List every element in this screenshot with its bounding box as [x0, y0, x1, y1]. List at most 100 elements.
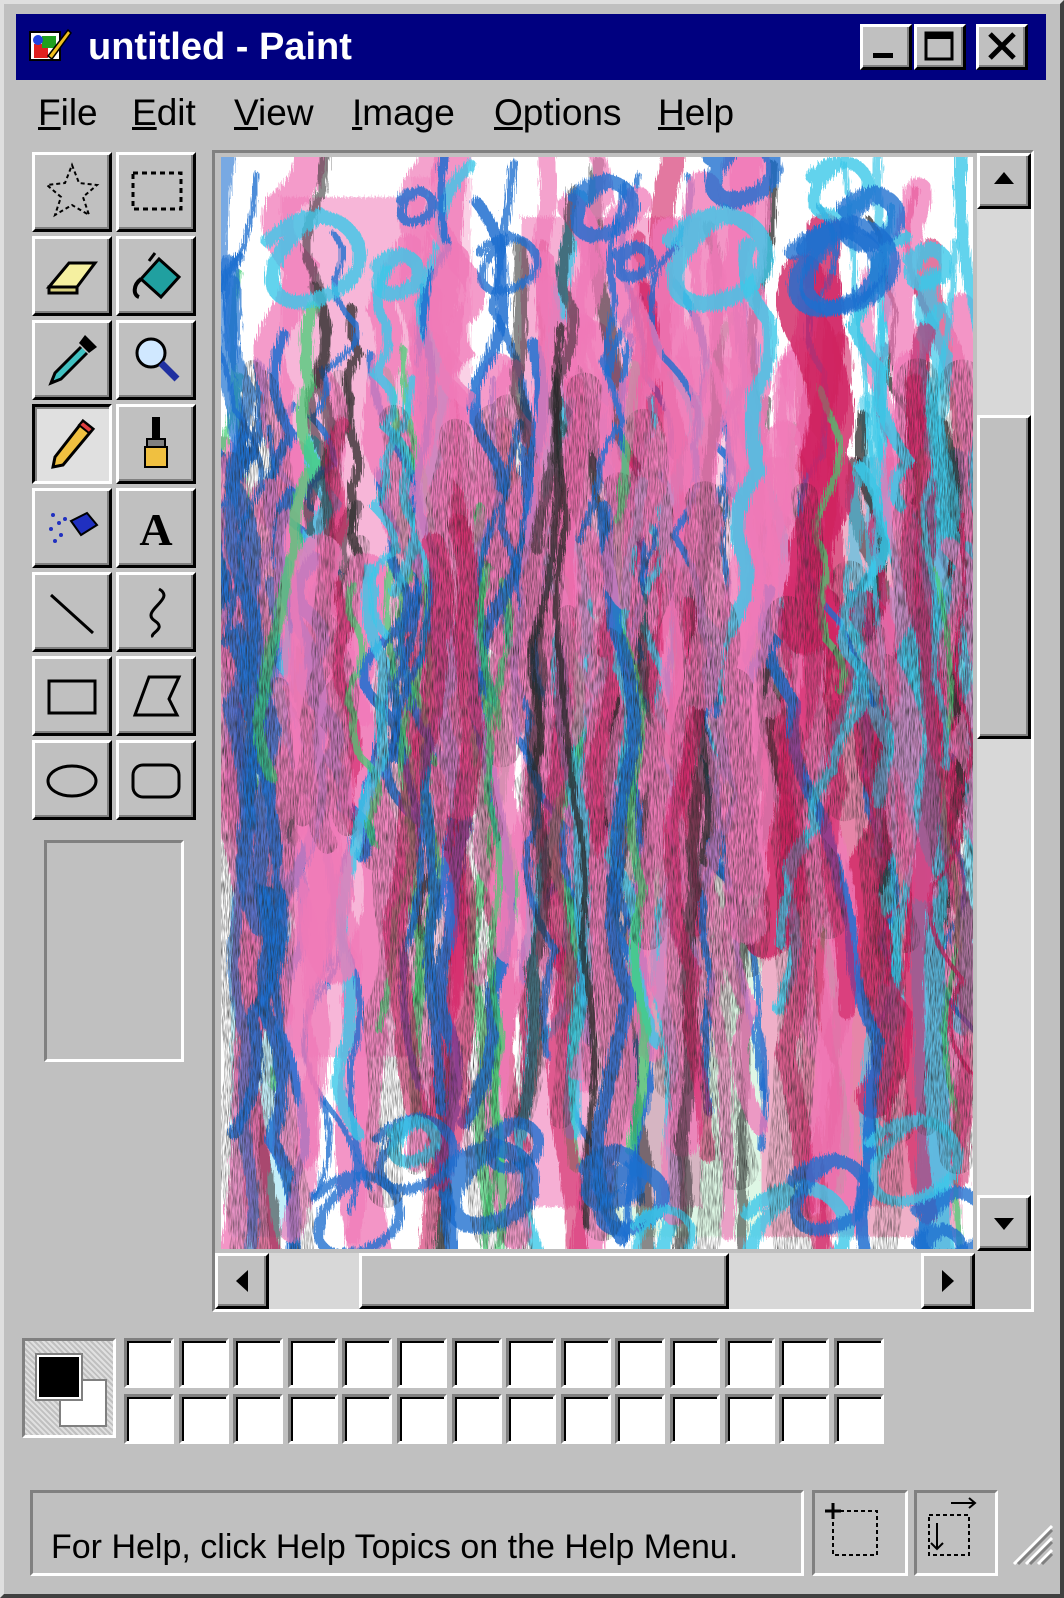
- arrow-up-icon: [994, 172, 1014, 184]
- palette-swatch[interactable]: [342, 1338, 393, 1388]
- menu-view-rest: iew: [258, 92, 314, 133]
- palette-swatch[interactable]: [124, 1338, 174, 1388]
- vertical-scrollbar[interactable]: [977, 153, 1031, 1251]
- tool-eraser[interactable]: [32, 236, 112, 316]
- tool-pick-color[interactable]: [32, 320, 112, 400]
- palette-swatch[interactable]: [615, 1338, 666, 1388]
- ellipse-icon: [46, 764, 98, 798]
- toolbox: A: [22, 150, 206, 1300]
- menu-image-mnemonic: I: [352, 92, 363, 133]
- menu-image[interactable]: Image: [352, 90, 455, 136]
- palette-swatch[interactable]: [451, 1338, 502, 1388]
- palette-swatch[interactable]: [506, 1394, 557, 1444]
- menu-edit-rest: dit: [156, 92, 196, 133]
- vertical-scroll-thumb[interactable]: [977, 415, 1031, 739]
- palette-swatch[interactable]: [724, 1338, 775, 1388]
- palette-swatch[interactable]: [560, 1338, 611, 1388]
- tool-select[interactable]: [116, 152, 196, 232]
- paint-bucket-icon: [132, 252, 182, 300]
- minimize-button[interactable]: [860, 24, 912, 70]
- palette-swatch[interactable]: [560, 1394, 611, 1444]
- magnifier-icon: [135, 337, 180, 382]
- minimize-icon: [873, 53, 893, 58]
- maximize-button[interactable]: [914, 24, 966, 70]
- tool-text[interactable]: A: [116, 488, 196, 568]
- menu-options[interactable]: Options: [494, 90, 622, 136]
- size-icon: [928, 1497, 977, 1556]
- drawing-canvas[interactable]: [221, 157, 973, 1249]
- scroll-left-button[interactable]: [215, 1253, 269, 1309]
- tool-rounded-rectangle[interactable]: [116, 740, 196, 820]
- palette-swatch[interactable]: [779, 1394, 830, 1444]
- title-bar[interactable]: untitled - Paint: [16, 14, 1046, 80]
- menu-file[interactable]: File: [38, 90, 98, 136]
- tool-options-box[interactable]: [44, 840, 184, 1062]
- horizontal-scroll-thumb[interactable]: [359, 1253, 729, 1309]
- palette-swatch[interactable]: [397, 1338, 447, 1388]
- scroll-right-button[interactable]: [921, 1253, 975, 1309]
- menu-bar: File Edit View Image Options Help: [16, 84, 1046, 144]
- palette-swatch[interactable]: [670, 1394, 720, 1444]
- palette-swatch[interactable]: [615, 1394, 666, 1444]
- menu-file-rest: ile: [60, 92, 98, 133]
- resize-grip-icon[interactable]: [1006, 1518, 1054, 1566]
- pencil-icon: [51, 418, 96, 469]
- palette-swatch[interactable]: [724, 1394, 775, 1444]
- arrow-down-icon: [994, 1218, 1014, 1230]
- window-title: untitled - Paint: [88, 26, 352, 68]
- scroll-down-button[interactable]: [977, 1195, 1031, 1251]
- paint-app-icon: [29, 28, 72, 61]
- palette-swatch[interactable]: [506, 1338, 557, 1388]
- status-position-panel: [812, 1490, 908, 1576]
- svg-text:A: A: [139, 504, 172, 555]
- menu-image-rest: mage: [362, 92, 455, 133]
- scroll-up-button[interactable]: [977, 153, 1031, 209]
- tool-airbrush[interactable]: [32, 488, 112, 568]
- tool-rectangle[interactable]: [32, 656, 112, 736]
- palette-swatch[interactable]: [178, 1394, 229, 1444]
- tool-fill[interactable]: [116, 236, 196, 316]
- close-button[interactable]: [976, 24, 1028, 70]
- palette-swatch[interactable]: [833, 1394, 884, 1444]
- menu-help[interactable]: Help: [658, 90, 734, 136]
- palette-swatch[interactable]: [342, 1394, 393, 1444]
- menu-view-mnemonic: V: [234, 92, 259, 133]
- tool-curve[interactable]: [116, 572, 196, 652]
- tool-polygon[interactable]: [116, 656, 196, 736]
- tool-pencil[interactable]: [32, 404, 112, 484]
- palette-swatch[interactable]: [779, 1338, 830, 1388]
- palette-swatch[interactable]: [833, 1338, 884, 1388]
- arrow-left-icon: [236, 1270, 248, 1292]
- tool-line[interactable]: [32, 572, 112, 652]
- rectangle-icon: [47, 679, 97, 715]
- menu-edit[interactable]: Edit: [132, 90, 196, 136]
- paint-window: untitled - Paint File Edit View Image Op…: [0, 0, 1064, 1598]
- tool-free-form-select[interactable]: [32, 152, 112, 232]
- tool-brush[interactable]: [116, 404, 196, 484]
- status-help-panel: For Help, click Help Topics on the Help …: [30, 1490, 804, 1576]
- menu-view[interactable]: View: [234, 90, 314, 136]
- canvas-frame: [212, 150, 1034, 1312]
- palette-swatch[interactable]: [287, 1338, 338, 1388]
- eraser-icon: [45, 261, 98, 295]
- paint-stroke: [447, 403, 520, 705]
- tool-magnifier[interactable]: [116, 320, 196, 400]
- palette-swatch[interactable]: [287, 1394, 338, 1444]
- paint-stroke: [823, 560, 883, 822]
- arrow-right-icon: [942, 1270, 954, 1292]
- tool-ellipse[interactable]: [32, 740, 112, 820]
- maximize-icon: [924, 31, 954, 61]
- foreground-color[interactable]: [35, 1353, 83, 1401]
- close-icon: [988, 32, 1016, 60]
- palette-swatch[interactable]: [233, 1394, 284, 1444]
- palette-swatch[interactable]: [124, 1394, 174, 1444]
- palette-swatch[interactable]: [670, 1338, 720, 1388]
- palette-swatch[interactable]: [397, 1394, 447, 1444]
- palette-swatch[interactable]: [178, 1338, 229, 1388]
- current-colors[interactable]: [22, 1338, 116, 1438]
- palette-swatch[interactable]: [233, 1338, 284, 1388]
- menu-options-mnemonic: O: [494, 92, 523, 133]
- palette-swatch[interactable]: [451, 1394, 502, 1444]
- horizontal-scrollbar[interactable]: [215, 1253, 975, 1309]
- menu-edit-mnemonic: E: [132, 92, 157, 133]
